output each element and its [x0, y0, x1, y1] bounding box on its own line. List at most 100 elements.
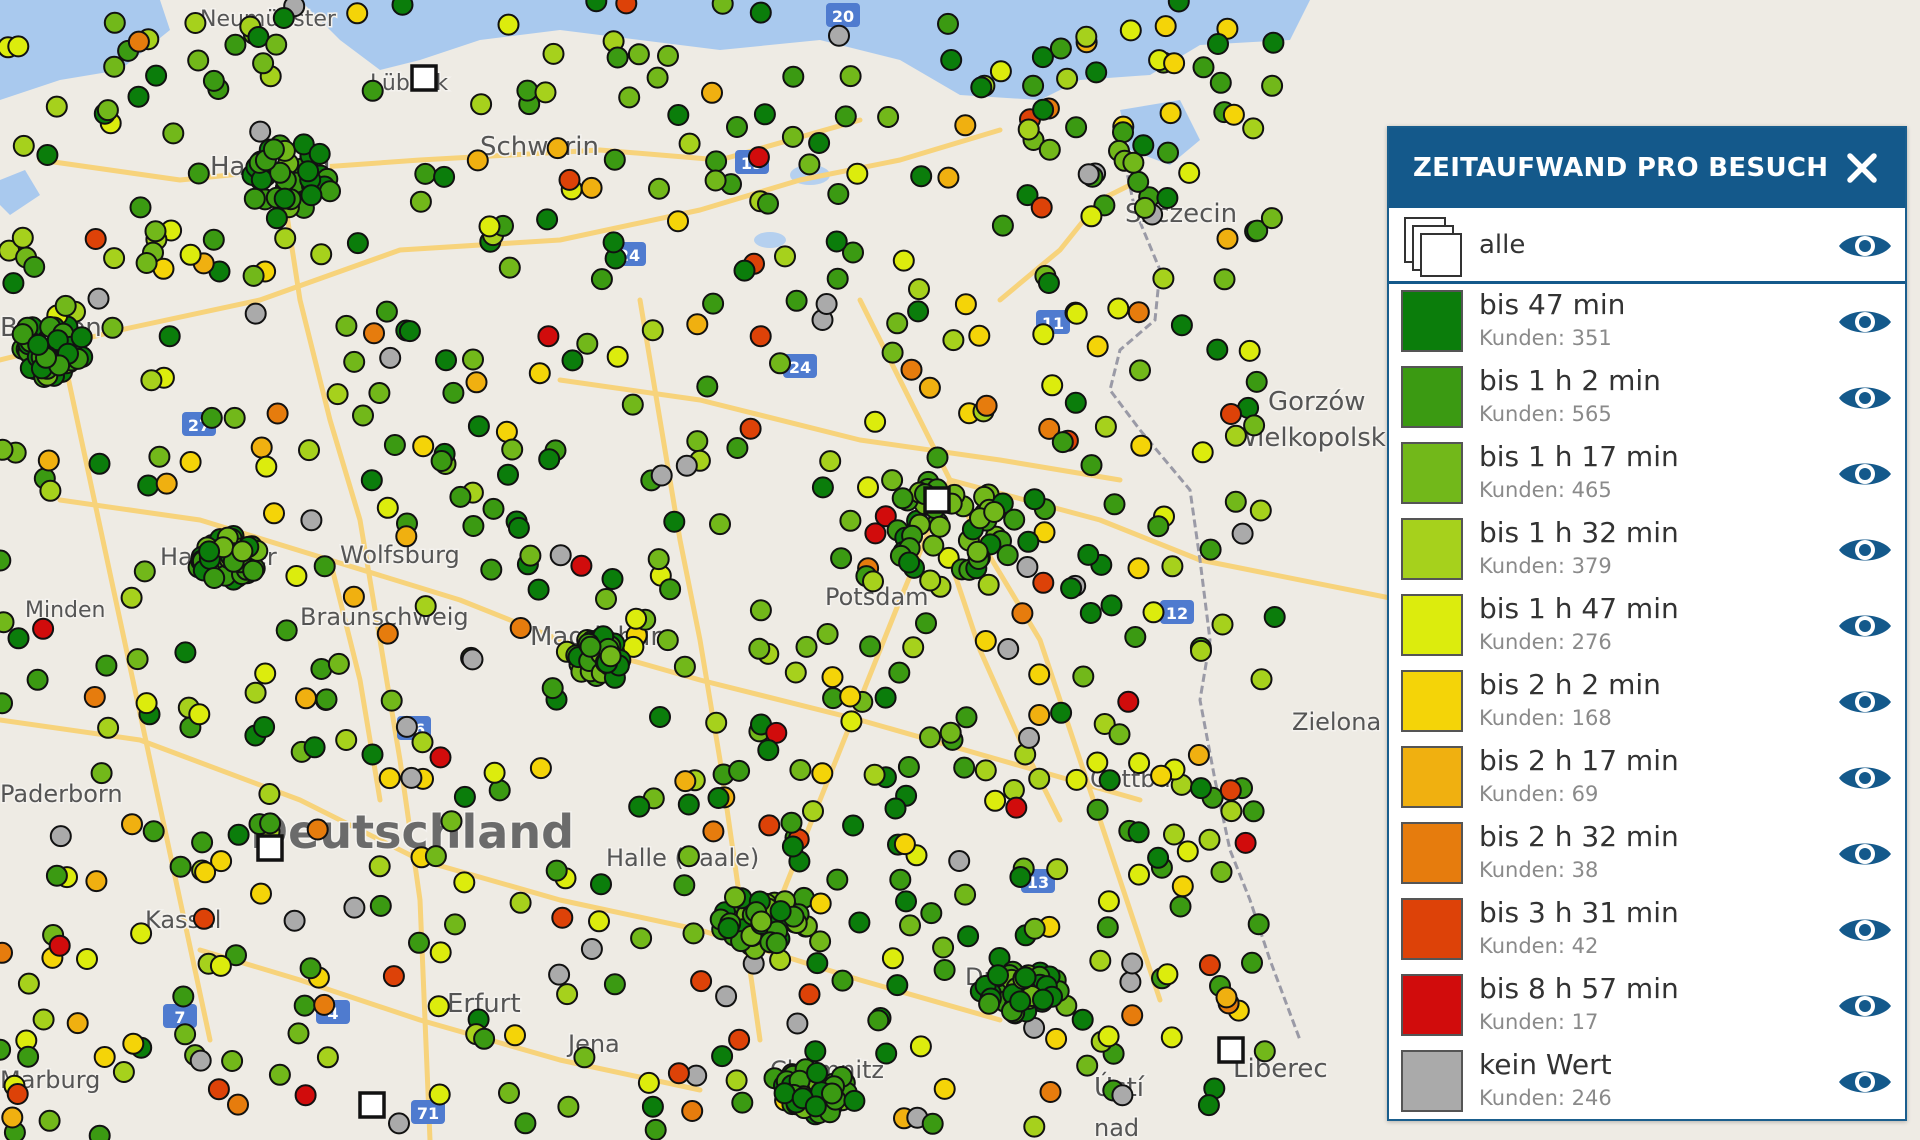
customer-marker[interactable] [0, 438, 14, 461]
customer-marker[interactable] [682, 922, 705, 945]
customer-marker[interactable] [1207, 33, 1229, 55]
customer-marker[interactable] [391, 0, 414, 16]
customer-marker[interactable] [874, 686, 897, 709]
customer-marker[interactable] [368, 855, 391, 878]
customer-marker[interactable] [602, 231, 625, 254]
customer-marker[interactable] [1079, 602, 1102, 624]
customer-marker[interactable] [983, 501, 1006, 523]
customer-marker[interactable] [846, 162, 869, 185]
customer-marker[interactable] [1220, 403, 1242, 425]
customer-marker[interactable] [84, 228, 107, 250]
customer-marker[interactable] [191, 831, 214, 854]
customer-marker[interactable] [659, 578, 682, 601]
customer-marker[interactable] [54, 294, 77, 317]
customer-marker[interactable] [1049, 37, 1072, 60]
customer-marker[interactable] [227, 1093, 249, 1116]
customer-marker[interactable] [926, 446, 949, 469]
customer-marker[interactable] [90, 762, 113, 785]
customer-marker[interactable] [557, 1095, 580, 1118]
legend-item-all[interactable]: alle [1389, 208, 1905, 284]
customer-marker[interactable] [129, 196, 152, 219]
customer-marker[interactable] [1037, 272, 1060, 294]
customer-marker[interactable] [881, 469, 904, 492]
customer-marker[interactable] [757, 739, 780, 762]
customer-marker[interactable] [346, 232, 369, 255]
customer-marker[interactable] [509, 617, 532, 639]
customer-marker[interactable] [461, 648, 484, 671]
customer-marker[interactable] [1156, 963, 1179, 986]
customer-marker[interactable] [556, 983, 579, 1006]
customer-marker[interactable] [1096, 916, 1119, 939]
customer-marker[interactable] [127, 30, 150, 53]
customer-marker[interactable] [244, 681, 267, 704]
customer-marker[interactable] [45, 864, 68, 887]
customer-marker[interactable] [121, 813, 143, 836]
customer-marker[interactable] [677, 845, 700, 868]
customer-marker[interactable] [1050, 701, 1073, 724]
customer-marker[interactable] [1119, 971, 1142, 993]
customer-marker[interactable] [975, 394, 998, 417]
customer-marker[interactable] [673, 655, 696, 678]
customer-marker[interactable] [728, 1028, 751, 1051]
customer-marker[interactable] [675, 454, 698, 477]
eye-icon[interactable] [1837, 608, 1893, 644]
customer-marker[interactable] [892, 249, 915, 272]
customer-marker[interactable] [953, 756, 976, 779]
customer-marker[interactable] [1071, 1008, 1094, 1031]
customer-marker[interactable] [435, 349, 457, 372]
customer-marker[interactable] [1199, 538, 1222, 561]
customer-marker[interactable] [968, 324, 991, 347]
customer-marker[interactable] [501, 438, 524, 461]
customer-marker[interactable] [1032, 98, 1055, 121]
customer-marker[interactable] [395, 525, 418, 548]
customer-marker[interactable] [1157, 141, 1179, 164]
customer-marker[interactable] [101, 316, 124, 339]
customer-marker[interactable] [1124, 626, 1147, 648]
customer-marker[interactable] [954, 883, 977, 906]
eye-icon[interactable] [1837, 1064, 1893, 1100]
customer-marker[interactable] [808, 132, 831, 154]
customer-marker[interactable] [541, 677, 564, 700]
customer-marker[interactable] [1086, 335, 1109, 358]
customer-marker[interactable] [120, 586, 143, 609]
customer-marker[interactable] [1018, 726, 1040, 749]
customer-marker[interactable] [361, 743, 384, 766]
customer-marker[interactable] [918, 376, 941, 399]
customer-marker[interactable] [588, 910, 610, 933]
customer-marker[interactable] [1133, 196, 1156, 219]
customer-marker[interactable] [369, 894, 392, 917]
customer-marker[interactable] [603, 973, 626, 996]
customer-marker[interactable] [414, 162, 437, 185]
customer-marker[interactable] [1198, 828, 1221, 851]
customer-marker[interactable] [1262, 31, 1285, 54]
eye-icon[interactable] [1837, 760, 1893, 796]
customer-marker[interactable] [690, 970, 713, 993]
customer-marker[interactable] [412, 435, 435, 458]
customer-marker[interactable] [514, 1112, 537, 1135]
customer-marker[interactable] [1130, 434, 1153, 457]
customer-marker[interactable] [1253, 1040, 1276, 1063]
customer-marker[interactable] [875, 1042, 898, 1065]
customer-marker[interactable] [158, 325, 181, 348]
customer-marker[interactable] [839, 685, 862, 708]
customer-marker[interactable] [1243, 414, 1266, 437]
customer-marker[interactable] [470, 93, 493, 116]
customer-marker[interactable] [297, 160, 320, 183]
customer-marker[interactable] [0, 611, 15, 634]
customer-marker[interactable] [888, 661, 911, 684]
customer-marker[interactable] [352, 404, 374, 427]
customer-marker[interactable] [834, 105, 857, 128]
customer-marker[interactable] [657, 44, 679, 67]
customer-marker[interactable] [169, 855, 192, 878]
customer-marker[interactable] [424, 845, 447, 868]
legend-item[interactable]: bis 1 h 32 min Kunden: 379 [1389, 512, 1905, 588]
customer-marker[interactable] [548, 963, 571, 986]
customer-marker[interactable] [704, 169, 727, 192]
customer-marker[interactable] [580, 938, 603, 960]
eye-icon[interactable] [1837, 532, 1893, 568]
customer-marker[interactable] [1224, 424, 1247, 447]
customer-marker[interactable] [1009, 866, 1032, 888]
customer-marker[interactable] [327, 652, 350, 675]
customer-marker[interactable] [1065, 768, 1088, 791]
customer-marker[interactable] [709, 513, 731, 536]
